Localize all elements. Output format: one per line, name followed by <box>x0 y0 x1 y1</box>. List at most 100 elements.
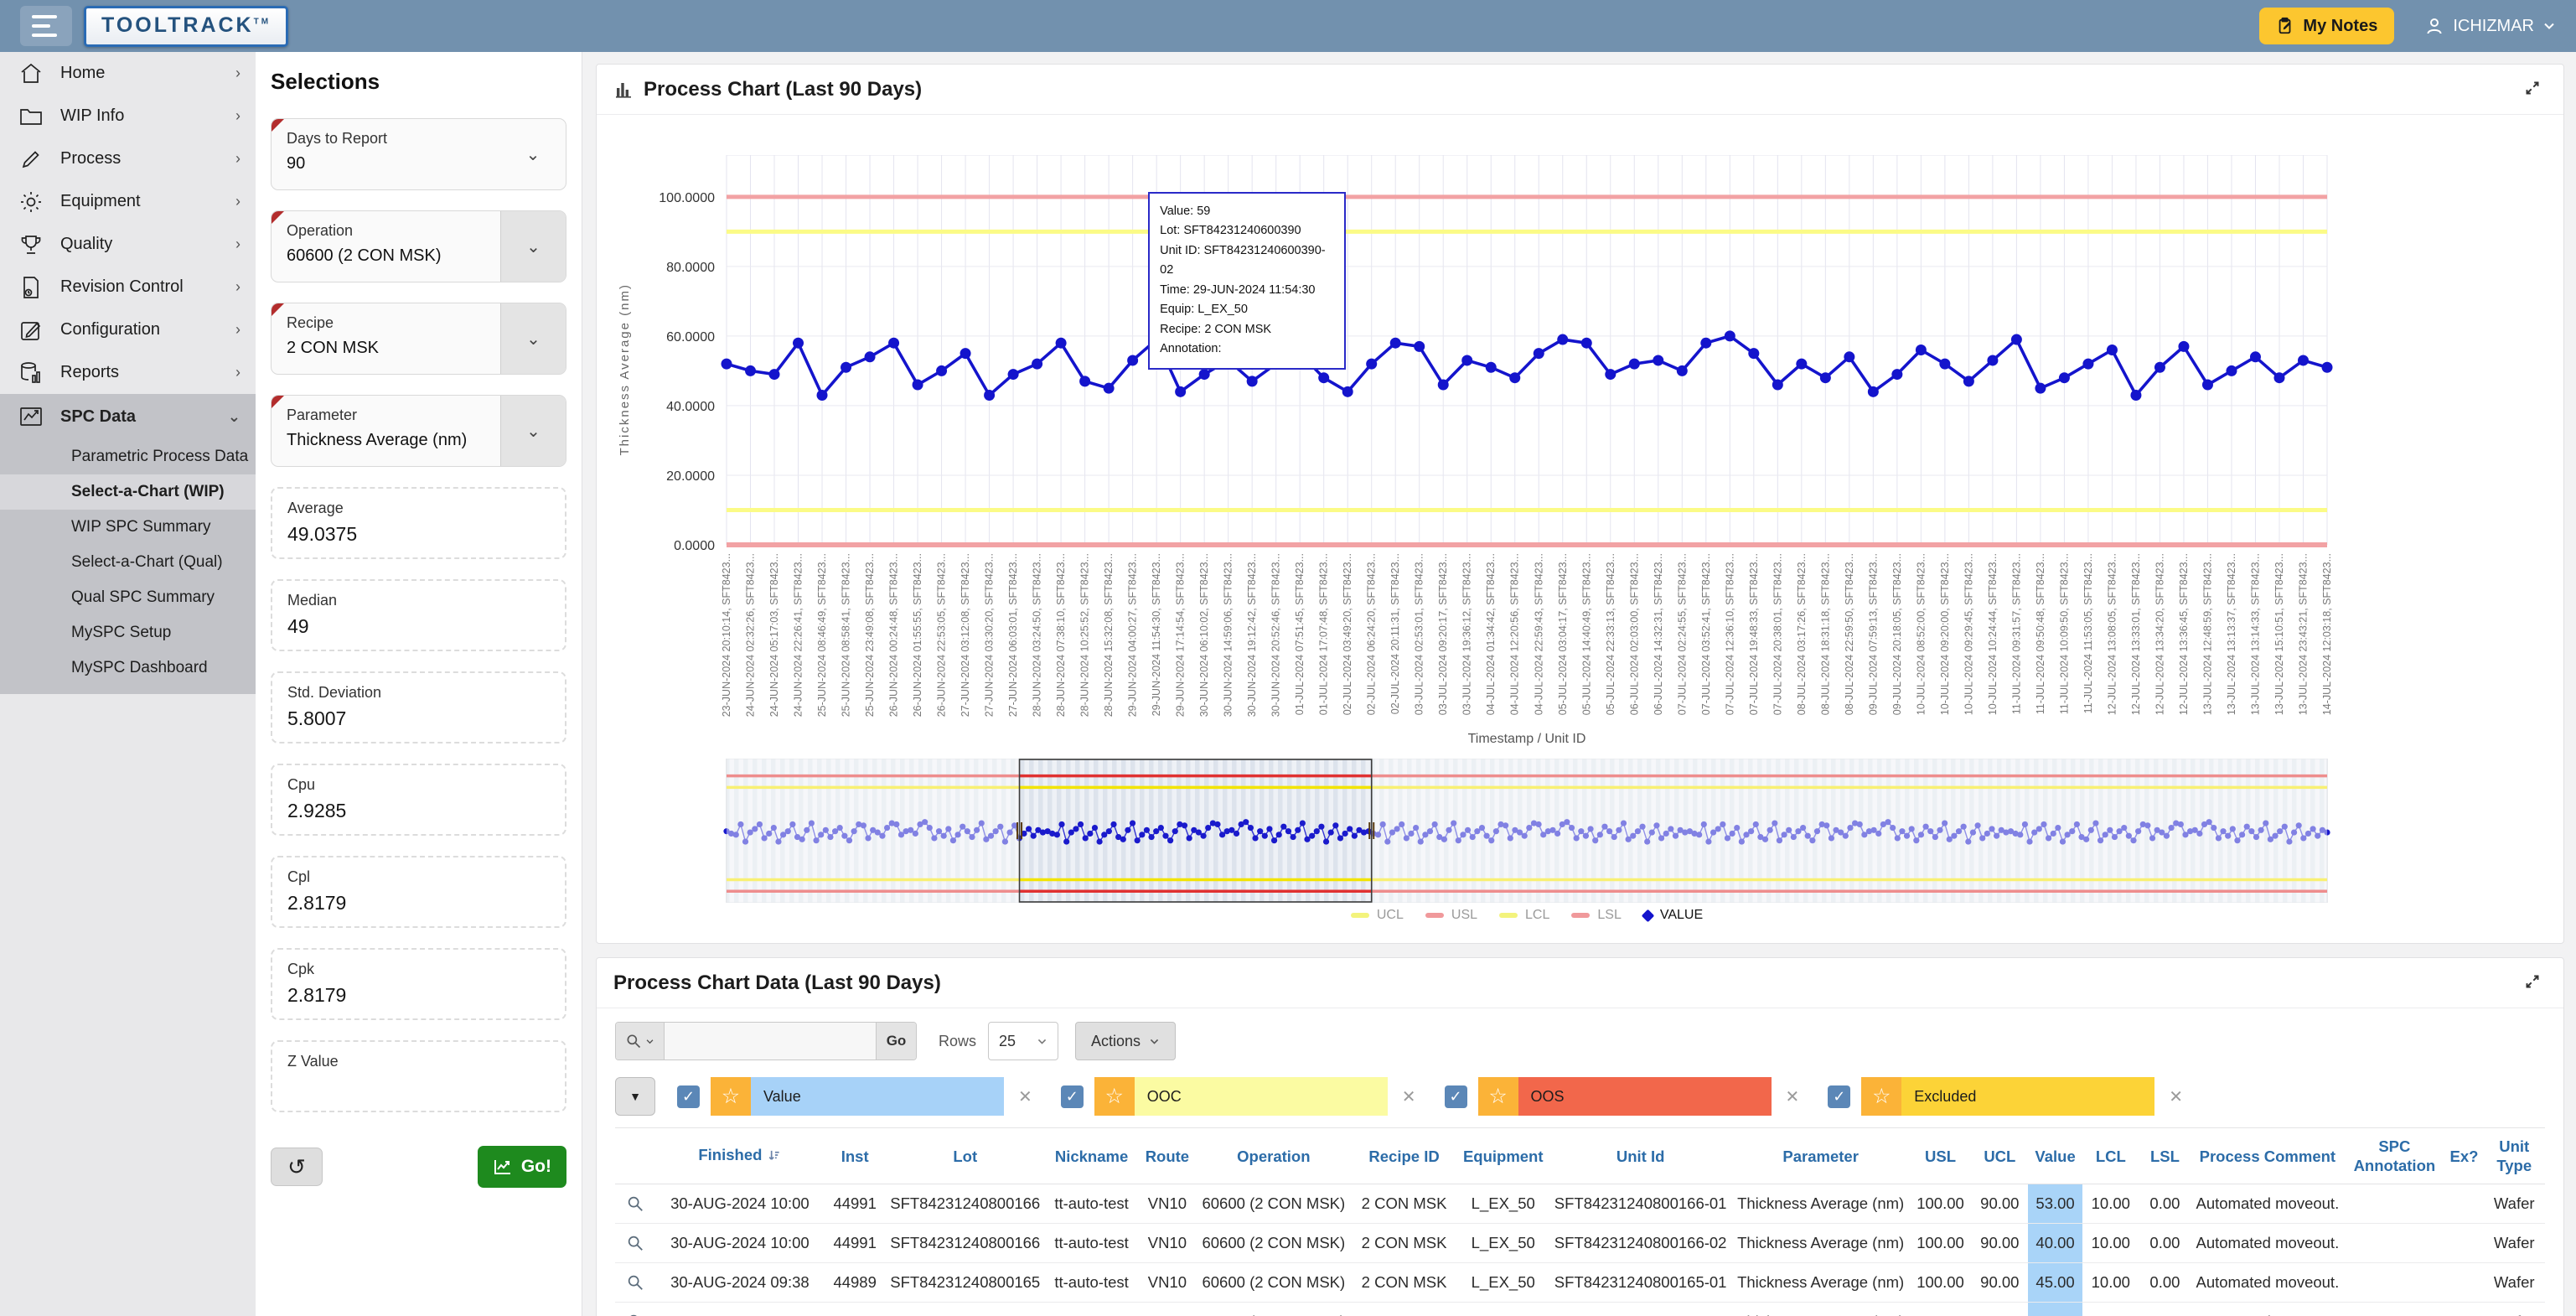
cell-lsl: 0.00 <box>2139 1263 2191 1303</box>
column-header-value[interactable]: Value <box>2028 1128 2082 1184</box>
cell-equipment[interactable]: L_EX_50 <box>1457 1303 1549 1316</box>
dropdown-parameter[interactable]: ParameterThickness Average (nm)⌄ <box>271 395 566 467</box>
svg-text:30-JUN-2024 06:10:02, SFT8423.: 30-JUN-2024 06:10:02, SFT8423... <box>1198 553 1210 717</box>
tooltip-line: Equip: L_EX_50 <box>1160 300 1334 319</box>
cell-lot[interactable]: SFT84231240800166 <box>885 1184 1045 1224</box>
column-header-operation[interactable]: Operation <box>1197 1128 1351 1184</box>
filter-chip-excluded[interactable]: ☆Excluded <box>1861 1077 2154 1116</box>
magnifier-icon[interactable] <box>626 1234 644 1252</box>
magnifier-icon[interactable] <box>626 1194 644 1213</box>
svg-text:20.0000: 20.0000 <box>666 469 715 484</box>
chevron-down-icon[interactable]: ⌄ <box>500 396 566 466</box>
legend-item-ucl[interactable]: UCL <box>1351 908 1404 923</box>
cell-equipment[interactable]: L_EX_50 <box>1457 1263 1549 1303</box>
search-input[interactable] <box>665 1023 876 1060</box>
remove-filter-icon[interactable]: ✕ <box>1399 1086 1420 1107</box>
sidebar-item-select-a-chart-wip-[interactable]: Select-a-Chart (WIP) <box>0 474 256 510</box>
dropdown-operation[interactable]: Operation60600 (2 CON MSK)⌄ <box>271 210 566 282</box>
cell-inst[interactable]: 44991 <box>825 1184 885 1224</box>
column-header-unit-id[interactable]: Unit Id <box>1549 1128 1732 1184</box>
legend-item-lcl[interactable]: LCL <box>1499 908 1549 923</box>
column-header-nickname[interactable]: Nickname <box>1045 1128 1138 1184</box>
cell-equipment[interactable]: L_EX_50 <box>1457 1184 1549 1224</box>
column-header-equipment[interactable]: Equipment <box>1457 1128 1549 1184</box>
go-button[interactable]: Go! <box>478 1146 566 1188</box>
sidebar-item-wip-spc-summary[interactable]: WIP SPC Summary <box>0 510 256 545</box>
process-chart[interactable]: 0.000020.000040.000060.000080.0000100.00… <box>605 155 2340 751</box>
expand-chart-icon[interactable] <box>2518 75 2547 104</box>
dropdown-days-to-report[interactable]: Days to Report90⌄ <box>271 118 566 190</box>
sidebar-item-quality[interactable]: Quality› <box>0 223 256 266</box>
chevron-down-icon[interactable]: ⌄ <box>500 119 566 189</box>
filter-checkbox-ooc[interactable]: ✓ <box>1061 1085 1084 1108</box>
sidebar-item-label: Process <box>60 149 121 168</box>
column-header-route[interactable]: Route <box>1138 1128 1197 1184</box>
expand-table-icon[interactable] <box>2518 969 2547 997</box>
filter-chip-oos[interactable]: ☆OOS <box>1478 1077 1772 1116</box>
magnifier-icon[interactable] <box>626 1313 644 1316</box>
column-header-unit-type[interactable]: Unit Type <box>2483 1128 2545 1184</box>
cell-equipment[interactable]: L_EX_50 <box>1457 1224 1549 1263</box>
sidebar-item-home[interactable]: Home› <box>0 52 256 95</box>
legend-item-value[interactable]: VALUE <box>1643 908 1703 923</box>
column-header-finished[interactable]: Finished <box>655 1128 825 1184</box>
sidebar-item-equipment[interactable]: Equipment› <box>0 180 256 223</box>
filters-toggle-button[interactable]: ▼ <box>615 1077 655 1116</box>
search-options-button[interactable] <box>616 1023 665 1060</box>
actions-button[interactable]: Actions <box>1075 1022 1176 1060</box>
chart-navigator[interactable] <box>605 759 2340 903</box>
sidebar-item-qual-spc-summary[interactable]: Qual SPC Summary <box>0 580 256 615</box>
chevron-right-icon: › <box>235 364 241 381</box>
cell-inst[interactable]: 44989 <box>825 1303 885 1316</box>
legend-item-usl[interactable]: USL <box>1425 908 1477 923</box>
column-header-inst[interactable]: Inst <box>825 1128 885 1184</box>
filter-checkbox-oos[interactable]: ✓ <box>1445 1085 1467 1108</box>
cell-lot[interactable]: SFT84231240800165 <box>885 1263 1045 1303</box>
sidebar-item-spc-data[interactable]: SPC Data⌄ <box>0 394 256 439</box>
sidebar-item-revision-control[interactable]: Revision Control› <box>0 266 256 308</box>
filter-checkbox-value[interactable]: ✓ <box>677 1085 700 1108</box>
chevron-down-icon[interactable]: ⌄ <box>500 211 566 282</box>
column-header-ex-[interactable]: Ex? <box>2445 1128 2484 1184</box>
sidebar-item-myspc-dashboard[interactable]: MySPC Dashboard <box>0 650 256 686</box>
cell-lot[interactable]: SFT84231240800166 <box>885 1224 1045 1263</box>
rows-select[interactable]: 25 <box>988 1022 1058 1060</box>
column-header-lcl[interactable]: LCL <box>2082 1128 2139 1184</box>
remove-filter-icon[interactable]: ✕ <box>2165 1086 2186 1107</box>
remove-filter-icon[interactable]: ✕ <box>1782 1086 1803 1107</box>
column-header-process-comment[interactable]: Process Comment <box>2191 1128 2345 1184</box>
cell-inst[interactable]: 44989 <box>825 1263 885 1303</box>
cell-process_comment: Automated moveout. <box>2191 1224 2345 1263</box>
sidebar-item-reports[interactable]: Reports› <box>0 351 256 394</box>
reset-button[interactable]: ↺ <box>271 1148 323 1186</box>
sidebar-item-configuration[interactable]: Configuration› <box>0 308 256 351</box>
cell-inst[interactable]: 44991 <box>825 1224 885 1263</box>
my-notes-button[interactable]: My Notes <box>2259 8 2394 44</box>
sidebar-item-parametric-process-data[interactable]: Parametric Process Data <box>0 439 256 474</box>
legend-item-lsl[interactable]: LSL <box>1571 908 1621 923</box>
dropdown-recipe[interactable]: Recipe2 CON MSK⌄ <box>271 303 566 375</box>
cell-operation: 60600 (2 CON MSK) <box>1197 1224 1351 1263</box>
filter-checkbox-excluded[interactable]: ✓ <box>1828 1085 1850 1108</box>
column-header-ucl[interactable]: UCL <box>1972 1128 2028 1184</box>
sidebar-item-process[interactable]: Process› <box>0 137 256 180</box>
user-menu[interactable]: ICHIZMAR <box>2424 16 2556 36</box>
column-header-usl[interactable]: USL <box>1909 1128 1972 1184</box>
filter-chip-ooc[interactable]: ☆OOC <box>1094 1077 1388 1116</box>
sidebar-item-myspc-setup[interactable]: MySPC Setup <box>0 615 256 650</box>
hamburger-menu-icon[interactable] <box>20 6 72 46</box>
chevron-down-icon[interactable]: ⌄ <box>500 303 566 374</box>
remove-filter-icon[interactable]: ✕ <box>1015 1086 1036 1107</box>
cell-lot[interactable]: SFT84231240800165 <box>885 1303 1045 1316</box>
sidebar-item-select-a-chart-qual-[interactable]: Select-a-Chart (Qual) <box>0 545 256 580</box>
column-header-lot[interactable]: Lot <box>885 1128 1045 1184</box>
sidebar-item-wip-info[interactable]: WIP Info› <box>0 95 256 137</box>
column-header-spc-annotation[interactable]: SPC Annotation <box>2344 1128 2444 1184</box>
column-header-parameter[interactable]: Parameter <box>1732 1128 1909 1184</box>
column-header-recipe-id[interactable]: Recipe ID <box>1351 1128 1458 1184</box>
filter-chip-value[interactable]: ☆Value <box>711 1077 1004 1116</box>
search-go-button[interactable]: Go <box>876 1023 916 1060</box>
magnifier-icon[interactable] <box>626 1273 644 1292</box>
stat-label: Cpu <box>287 776 565 794</box>
column-header-lsl[interactable]: LSL <box>2139 1128 2191 1184</box>
